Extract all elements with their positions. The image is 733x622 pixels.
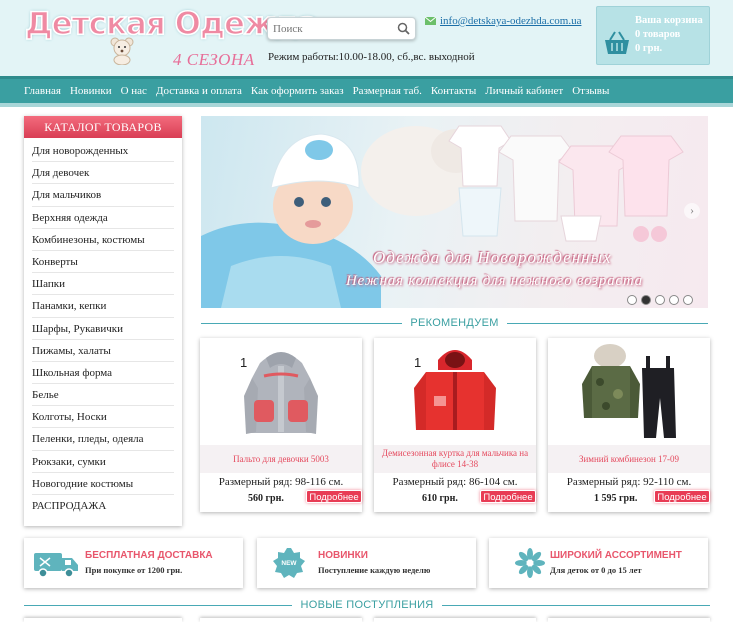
feature-free-delivery[interactable]: БЕСПЛАТНАЯ ДОСТАВКА При покупке от 1200 … bbox=[24, 538, 243, 588]
next-card-edge bbox=[200, 618, 362, 622]
new-badge-icon: NEW bbox=[273, 548, 305, 578]
catalog-item-new-year[interactable]: Новогодние костюмы bbox=[32, 473, 174, 495]
nav-reviews[interactable]: Отзывы bbox=[572, 85, 609, 97]
catalog-item-scarves[interactable]: Шарфы, Рукавички bbox=[32, 318, 174, 340]
nav-new[interactable]: Новинки bbox=[70, 85, 112, 97]
catalog-item-underwear[interactable]: Белье bbox=[32, 384, 174, 407]
email-link[interactable]: info@detskaya-odezhda.com.ua bbox=[440, 15, 581, 27]
search-input[interactable] bbox=[268, 18, 388, 39]
feature-wide-assortment[interactable]: ШИРОКИЙ АССОРТИМЕНТ Для деток от 0 до 15… bbox=[489, 538, 708, 588]
catalog-item-blankets[interactable]: Пеленки, пледы, одеяла bbox=[32, 428, 174, 451]
feature-subtitle: Для деток от 0 до 15 лет bbox=[550, 565, 642, 575]
main-nav: Главная Новинки О нас Доставка и оплата … bbox=[0, 76, 733, 107]
product-image bbox=[244, 352, 318, 434]
product-details-button[interactable]: Подробнее bbox=[306, 490, 362, 503]
catalog-item-school-uniform[interactable]: Школьная форма bbox=[32, 362, 174, 385]
envelope-icon bbox=[425, 17, 436, 25]
product-card[interactable]: 1 Демисезонная куртка для мальчика на фл… bbox=[374, 338, 536, 512]
promo-banner[interactable]: Одежда для Новорожденных Нежная коллекци… bbox=[201, 116, 708, 308]
logo-subtitle: 4 СЕЗОНА bbox=[173, 50, 255, 69]
catalog-item-hats[interactable]: Шапки bbox=[32, 273, 174, 296]
cart-items-count: 0 товаров bbox=[635, 29, 681, 40]
nav-about[interactable]: О нас bbox=[121, 85, 147, 97]
catalog-item-caps[interactable]: Панамки, кепки bbox=[32, 295, 174, 318]
recommend-heading: РЕКОМЕНДУЕМ bbox=[201, 316, 709, 330]
product-size: Размерный ряд: 92-110 см. bbox=[566, 476, 692, 488]
product-size: Размерный ряд: 86-104 см. bbox=[392, 476, 518, 488]
nav-size-table[interactable]: Размерная таб. bbox=[353, 85, 422, 97]
assortment-flower-icon bbox=[515, 548, 545, 578]
product-name[interactable]: Зимний комбинезон 17-09 bbox=[548, 445, 710, 473]
search-box bbox=[267, 17, 416, 40]
search-icon[interactable] bbox=[397, 22, 410, 35]
catalog-item-sale[interactable]: РАСПРОДАЖА bbox=[32, 495, 174, 517]
slider-dots bbox=[627, 295, 693, 305]
feature-subtitle: Поступление каждую неделю bbox=[318, 565, 431, 575]
product-card[interactable]: 1 Пальто для девочки 5003 Размерный ряд:… bbox=[200, 338, 362, 512]
feature-title: БЕСПЛАТНАЯ ДОСТАВКА bbox=[85, 550, 213, 561]
feature-title: ШИРОКИЙ АССОРТИМЕНТ bbox=[550, 550, 682, 561]
slider-dot[interactable] bbox=[627, 295, 637, 305]
catalog-item-newborns[interactable]: Для новорожденных bbox=[32, 140, 174, 163]
nav-home[interactable]: Главная bbox=[24, 85, 61, 97]
product-price: 610 грн. bbox=[422, 493, 458, 504]
next-card-edge bbox=[548, 618, 710, 622]
product-size: Размерный ряд: 98-116 см. bbox=[218, 476, 344, 488]
catalog-title: КАТАЛОГ ТОВАРОВ bbox=[24, 116, 182, 138]
site-logo[interactable]: Детская Одежда 4 СЕЗОНА bbox=[24, 5, 319, 73]
banner-subtitle: Нежная коллекция для нежного возраста bbox=[346, 273, 643, 289]
cart-title: Ваша корзина bbox=[635, 15, 703, 26]
nav-how-to-order[interactable]: Как оформить заказ bbox=[251, 85, 344, 97]
nav-account[interactable]: Личный кабинет bbox=[485, 85, 563, 97]
slider-dot[interactable] bbox=[669, 295, 679, 305]
catalog-item-outerwear[interactable]: Верхняя одежда bbox=[32, 207, 174, 229]
nav-delivery[interactable]: Доставка и оплата bbox=[156, 85, 242, 97]
product-price: 1 595 грн. bbox=[594, 493, 638, 504]
catalog-item-tights[interactable]: Колготы, Носки bbox=[32, 406, 174, 429]
banner-next-arrow[interactable]: › bbox=[684, 203, 700, 219]
basket-icon bbox=[605, 31, 629, 54]
slider-dot-active[interactable] bbox=[641, 295, 651, 305]
cart-total: 0 грн. bbox=[635, 43, 663, 54]
banner-title: Одежда для Новорожденных bbox=[373, 248, 612, 267]
product-card[interactable]: Зимний комбинезон 17-09 Размерный ряд: 9… bbox=[548, 338, 710, 512]
site-header: Детская Одежда 4 СЕЗОНА info@detskaya-od… bbox=[0, 0, 733, 76]
catalog-item-overalls[interactable]: Комбинезоны, костюмы bbox=[32, 229, 174, 251]
catalog-item-bags[interactable]: Рюкзаки, сумки bbox=[32, 451, 174, 473]
catalog-item-pajamas[interactable]: Пижамы, халаты bbox=[32, 340, 174, 362]
product-details-button[interactable]: Подробнее bbox=[654, 490, 710, 503]
product-image bbox=[582, 344, 676, 438]
svg-text:NEW: NEW bbox=[281, 560, 297, 567]
new-arrivals-heading: НОВЫЕ ПОСТУПЛЕНИЯ bbox=[24, 598, 711, 612]
nav-contacts[interactable]: Контакты bbox=[431, 85, 476, 97]
working-hours: Режим работы:10.00-18.00, сб.,вс. выходн… bbox=[268, 51, 475, 63]
product-price: 560 грн. bbox=[248, 493, 284, 504]
product-name[interactable]: Демисезонная куртка для мальчика на флис… bbox=[374, 445, 536, 473]
product-image bbox=[414, 350, 496, 430]
delivery-truck-icon bbox=[34, 553, 78, 578]
slider-dot[interactable] bbox=[683, 295, 693, 305]
product-badge: 1 bbox=[414, 355, 422, 370]
catalog-item-girls[interactable]: Для девочек bbox=[32, 162, 174, 185]
teddy-bear-icon bbox=[110, 37, 134, 65]
cart-widget[interactable]: Ваша корзина 0 товаров 0 грн. bbox=[596, 6, 710, 65]
feature-subtitle: При покупке от 1200 грн. bbox=[85, 565, 183, 575]
feature-title: НОВИНКИ bbox=[318, 550, 368, 561]
slider-dot[interactable] bbox=[655, 295, 665, 305]
catalog-item-boys[interactable]: Для мальчиков bbox=[32, 184, 174, 207]
product-name[interactable]: Пальто для девочки 5003 bbox=[200, 445, 362, 473]
product-badge: 1 bbox=[240, 355, 248, 370]
product-details-button[interactable]: Подробнее bbox=[480, 490, 536, 503]
next-card-edge bbox=[374, 618, 536, 622]
recommend-heading-text: РЕКОМЕНДУЕМ bbox=[410, 317, 499, 329]
next-card-edge bbox=[24, 618, 182, 622]
feature-new-arrivals[interactable]: NEW НОВИНКИ Поступление каждую неделю bbox=[257, 538, 476, 588]
catalog-item-envelopes[interactable]: Конверты bbox=[32, 251, 174, 274]
new-arrivals-heading-text: НОВЫЕ ПОСТУПЛЕНИЯ bbox=[300, 599, 434, 611]
catalog-sidebar: КАТАЛОГ ТОВАРОВ Для новорожденных Для де… bbox=[24, 116, 182, 526]
email-contact: info@detskaya-odezhda.com.ua bbox=[425, 15, 581, 27]
